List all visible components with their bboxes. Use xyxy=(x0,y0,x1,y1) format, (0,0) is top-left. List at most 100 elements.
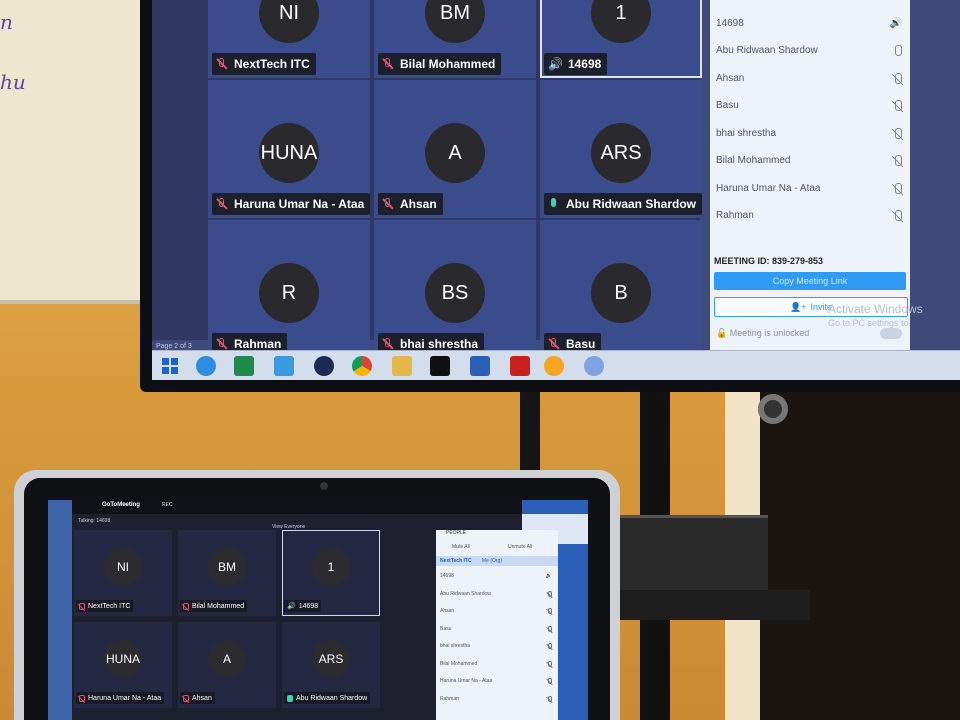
people-list-item[interactable]: Rahman xyxy=(440,693,552,705)
participant-name-badge: NextTech ITC xyxy=(212,53,316,75)
video-tile[interactable]: NI NextTech ITC xyxy=(208,0,370,78)
organizer-row[interactable]: NextTech ITC Me (Org) xyxy=(436,556,558,566)
mic-muted-icon xyxy=(382,58,394,70)
mic-muted-icon[interactable] xyxy=(548,643,552,649)
mic-icon[interactable] xyxy=(895,45,902,56)
pdf-icon[interactable] xyxy=(510,356,530,376)
avatar: BM xyxy=(208,548,246,586)
people-name: Rahman xyxy=(716,210,754,221)
video-tile[interactable]: ARS Abu Ridwaan Shardow xyxy=(282,622,380,708)
mic-muted-icon[interactable] xyxy=(895,127,902,139)
mic-muted-icon[interactable] xyxy=(548,625,552,632)
speaker-icon: 🔊 xyxy=(545,573,552,579)
camera-icon xyxy=(758,394,788,424)
people-name: Bilal Mohammed xyxy=(716,155,791,166)
mic-muted-icon xyxy=(382,338,394,350)
people-list-item[interactable]: Basu xyxy=(716,96,902,116)
video-tile[interactable]: 1 🔊 14698 xyxy=(282,530,380,616)
people-name: Rahman xyxy=(440,695,459,702)
people-list-item[interactable]: bhai shrestha xyxy=(440,640,552,652)
video-tile[interactable]: A Ahsan xyxy=(374,80,536,218)
people-list-item[interactable]: Ahsan xyxy=(440,605,552,617)
mic-muted-icon xyxy=(216,198,228,210)
people-list-item[interactable]: Abu Ridwaan Shardow xyxy=(716,41,902,61)
copy-meeting-link-button[interactable]: Copy Meeting Link xyxy=(714,272,906,290)
video-tile[interactable]: B Basu xyxy=(540,220,702,358)
lock-toggle[interactable] xyxy=(880,328,902,339)
unmute-all-button[interactable]: Unmute All xyxy=(508,544,532,550)
video-tile[interactable]: A Ahsan xyxy=(178,622,276,708)
people-list-item[interactable]: bhai shrestha xyxy=(716,123,902,143)
device-shelf-lower xyxy=(600,590,810,620)
word-icon[interactable] xyxy=(470,356,490,376)
video-tile[interactable]: BM Bilal Mohammed xyxy=(178,530,276,616)
app-icon[interactable] xyxy=(274,356,294,376)
meeting-id-label: MEETING ID: xyxy=(714,256,770,266)
participant-name: NextTech ITC xyxy=(88,602,131,610)
people-name: bhai shrestha xyxy=(440,643,471,649)
mic-muted-icon[interactable] xyxy=(895,72,902,84)
mic-muted-icon xyxy=(548,338,560,350)
talking-indicator: Talking: 14698 xyxy=(78,518,111,524)
mic-muted-icon xyxy=(382,198,394,210)
mic-muted-icon[interactable] xyxy=(548,678,552,684)
app-icon[interactable] xyxy=(314,356,334,376)
speaker-icon: 🔊 xyxy=(548,57,563,71)
mic-muted-icon xyxy=(79,602,85,610)
people-list-item[interactable]: Basu xyxy=(440,623,552,635)
video-tile[interactable]: HUNA Haruna Umar Na - Ataa xyxy=(208,80,371,218)
video-tile[interactable]: R Rahman xyxy=(208,220,370,358)
mic-muted-icon[interactable] xyxy=(548,608,552,614)
windows-start-icon[interactable] xyxy=(162,358,178,374)
participant-name-badge: 🔊 14698 xyxy=(284,600,322,612)
avatar: NI xyxy=(104,548,142,586)
participant-name: bhai shrestha xyxy=(400,337,479,351)
dark-wall xyxy=(760,385,960,720)
people-list-item[interactable]: Abu Ridwaan Shardow xyxy=(440,588,552,600)
chrome-icon[interactable] xyxy=(352,356,372,376)
avatar: A xyxy=(425,123,485,183)
avatar: HUNA xyxy=(104,640,142,678)
people-name: Ahsan xyxy=(716,72,745,84)
mic-muted-icon[interactable] xyxy=(895,210,902,221)
avatar: HUNA xyxy=(259,123,319,183)
video-tile[interactable]: NI NextTech ITC xyxy=(74,530,172,616)
people-list-item[interactable]: Rahman xyxy=(716,206,902,226)
people-list-item[interactable]: Haruna Umar Na - Ataa xyxy=(716,178,902,198)
video-tile[interactable]: 1 🔊 14698 xyxy=(540,0,702,78)
participant-name: Abu Ridwaan Shardow xyxy=(296,694,368,702)
people-list-item[interactable]: Bilal Mohammed xyxy=(440,658,552,670)
mic-muted-icon[interactable] xyxy=(895,155,902,166)
people-list-item[interactable]: Ahsan xyxy=(716,68,902,88)
mic-muted-icon[interactable] xyxy=(548,695,552,702)
video-tile[interactable]: HUNA Haruna Umar Na - Ataa xyxy=(74,622,172,708)
participant-name: Basu xyxy=(566,337,596,351)
rec-indicator[interactable]: REC xyxy=(162,502,173,508)
mic-muted-icon[interactable] xyxy=(895,100,902,111)
avatar: 1 xyxy=(312,548,350,586)
people-list-item[interactable]: Haruna Umar Na - Ataa xyxy=(440,675,552,687)
participant-name: Haruna Umar Na - Ataa xyxy=(234,197,365,211)
gotomeeting-icon[interactable] xyxy=(544,356,564,376)
mute-all-button[interactable]: Mute All xyxy=(452,544,470,550)
app-icon[interactable] xyxy=(584,356,604,376)
people-list-item[interactable]: 14698 🔊 xyxy=(716,13,902,33)
excel-icon[interactable] xyxy=(234,356,254,376)
explorer-icon[interactable] xyxy=(392,356,412,376)
people-name: Basu xyxy=(440,625,452,632)
speaker-icon: 🔊 xyxy=(889,17,902,29)
participant-name-badge: Bilal Mohammed xyxy=(180,600,248,612)
cmd-icon[interactable] xyxy=(430,356,450,376)
mic-muted-icon[interactable] xyxy=(895,182,902,194)
avatar: 1 xyxy=(591,0,651,43)
video-tile[interactable]: BM Bilal Mohammed xyxy=(374,0,536,78)
ie-icon[interactable] xyxy=(196,356,216,376)
people-name: Abu Ridwaan Shardow xyxy=(716,45,818,56)
mic-muted-icon[interactable] xyxy=(548,590,552,597)
people-name: Haruna Umar Na - Ataa xyxy=(440,678,493,684)
people-list-item[interactable]: Bilal Mohammed xyxy=(716,151,902,171)
people-list-item[interactable]: 14698 🔊 xyxy=(440,570,552,582)
video-tile[interactable]: BS bhai shrestha xyxy=(374,220,536,358)
video-tile[interactable]: ARS Abu Ridwaan Shardow xyxy=(540,80,703,218)
mic-muted-icon[interactable] xyxy=(548,660,552,667)
